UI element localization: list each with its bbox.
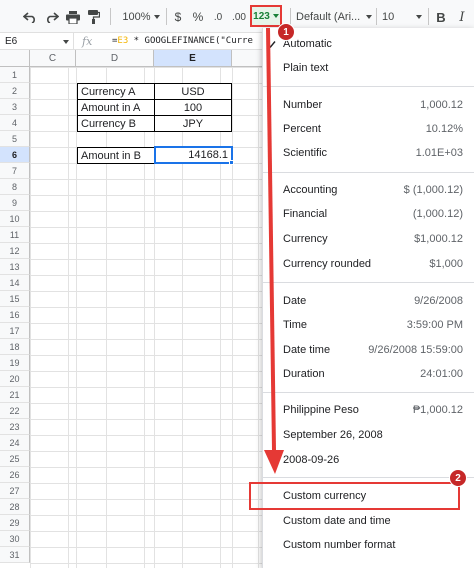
step-badge-2: 2 xyxy=(449,469,467,487)
step-badge-1: 1 xyxy=(277,23,295,41)
spreadsheet-window: 100% $ % .0 .00 123 Default (Ari... 10 B… xyxy=(0,0,474,568)
arrow-annotation xyxy=(264,27,284,474)
